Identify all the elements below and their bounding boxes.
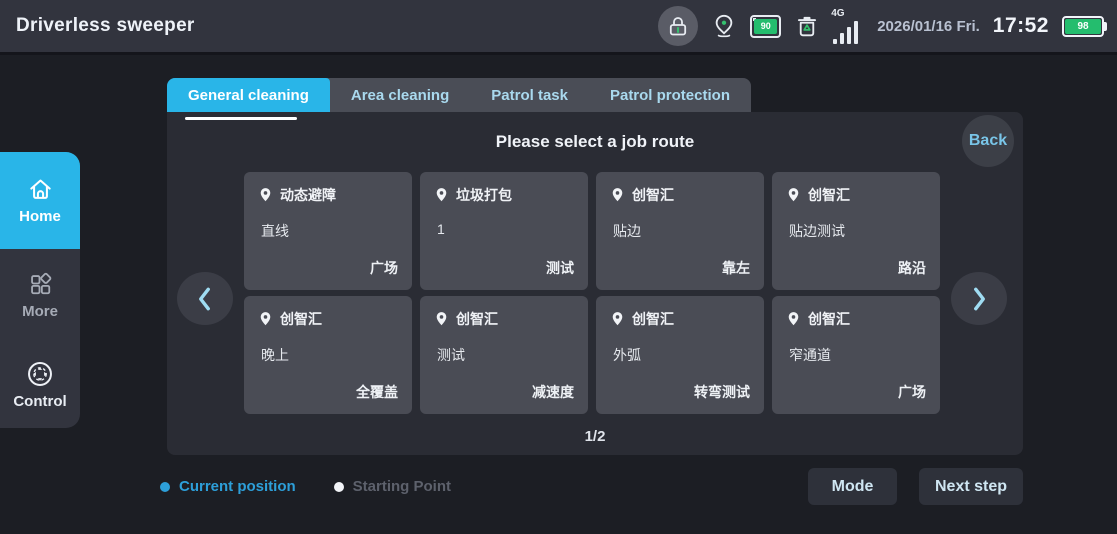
route-card-tag: 广场 <box>370 260 398 276</box>
map-pin-icon <box>610 187 625 203</box>
battery-percent: 98 <box>1065 18 1101 34</box>
map-pin-icon <box>786 187 801 203</box>
sidebar: Home More Control <box>0 152 80 428</box>
route-card[interactable]: 动态避障直线广场 <box>244 172 412 290</box>
prev-page-button[interactable] <box>177 272 233 325</box>
lock-icon <box>666 14 690 38</box>
map-legend: Current position Starting Point <box>160 478 451 495</box>
sidebar-item-control[interactable]: Control <box>0 341 80 428</box>
time-text: 17:52 <box>992 14 1049 37</box>
sidebar-item-label: More <box>22 302 58 320</box>
route-card-tag: 路沿 <box>898 260 926 276</box>
route-card-tag: 转弯测试 <box>694 384 750 400</box>
route-card-tag: 靠左 <box>722 260 750 276</box>
route-card[interactable]: 创智汇贴边靠左 <box>596 172 764 290</box>
route-card-route: 测试 <box>437 347 465 363</box>
route-card[interactable]: 创智汇窄通道广场 <box>772 296 940 414</box>
battery-icon: 98 <box>1062 15 1107 37</box>
route-card-route: 外弧 <box>613 347 641 363</box>
route-card-tag: 广场 <box>898 384 926 400</box>
legend-label: Starting Point <box>352 478 451 495</box>
next-step-button[interactable]: Next step <box>919 468 1023 505</box>
top-bar: Driverless sweeper 90 4G 2026/01/16 Fri.… <box>0 0 1117 55</box>
route-card-route: 直线 <box>261 223 289 239</box>
chevron-right-icon <box>966 284 992 314</box>
tab-patrol-task[interactable]: Patrol task <box>470 78 589 112</box>
tab-area-cleaning[interactable]: Area cleaning <box>330 78 470 112</box>
more-grid-icon <box>27 271 54 298</box>
route-card-name: 创智汇 <box>280 311 322 327</box>
route-card-tag: 减速度 <box>532 384 574 400</box>
route-card-name: 创智汇 <box>456 311 498 327</box>
pagination-indicator: 1/2 <box>584 428 606 445</box>
job-route-panel: Please select a job route Back 动态避障 直线 广场垃… <box>167 112 1023 455</box>
route-card-route: 窄通道 <box>789 347 831 363</box>
status-cluster: 90 4G 2026/01/16 Fri. 17:52 98 <box>658 6 1107 46</box>
mode-button[interactable]: Mode <box>808 468 897 505</box>
map-pin-icon <box>258 311 273 327</box>
cellular-signal-icon: 4G <box>831 7 859 44</box>
current-position-dot-icon <box>160 481 170 492</box>
route-card-name: 垃圾打包 <box>456 187 512 203</box>
back-button[interactable]: Back <box>962 115 1014 167</box>
route-card[interactable]: 创智汇外弧转弯测试 <box>596 296 764 414</box>
tab-general-cleaning[interactable]: General cleaning <box>167 78 330 112</box>
map-pin-icon <box>786 311 801 327</box>
route-card[interactable]: 垃圾打包 1 测试 <box>420 172 588 290</box>
control-dpad-icon <box>26 360 54 388</box>
legend-starting-point: Starting Point <box>333 478 451 495</box>
home-icon <box>27 176 54 203</box>
route-card-tag: 全覆盖 <box>356 384 398 400</box>
route-card-route: 贴边测试 <box>789 223 845 239</box>
starting-point-dot-icon <box>333 481 344 492</box>
route-card-route: 贴边 <box>613 223 641 239</box>
next-page-button[interactable] <box>951 272 1007 325</box>
tab-bar: General cleaning Area cleaning Patrol task… <box>167 78 751 112</box>
sidebar-item-label: Control <box>13 392 67 410</box>
map-pin-icon <box>610 311 625 327</box>
network-type-label: 4G <box>831 7 845 19</box>
tab-patrol-protection[interactable]: Patrol protection <box>589 78 751 112</box>
route-card-tag: 测试 <box>546 260 574 276</box>
sidebar-item-home[interactable]: Home <box>0 152 80 249</box>
panel-title: Please select a job route <box>495 132 695 151</box>
route-card-route: 晚上 <box>261 347 289 363</box>
tank-level-icon: 90 <box>750 14 782 38</box>
trash-recycle-icon <box>794 13 820 39</box>
lock-button[interactable] <box>658 6 699 46</box>
app-title: Driverless sweeper <box>16 15 195 36</box>
location-pin-icon <box>711 13 737 39</box>
tank-level-value: 90 <box>754 18 778 34</box>
route-card-name: 创智汇 <box>632 311 674 327</box>
legend-label: Current position <box>179 478 296 495</box>
chevron-left-icon <box>192 284 218 314</box>
route-card-name: 创智汇 <box>808 311 850 327</box>
route-card-name: 创智汇 <box>632 187 674 203</box>
map-pin-icon <box>434 187 449 203</box>
route-card[interactable]: 创智汇贴边测试路沿 <box>772 172 940 290</box>
sidebar-item-more[interactable]: More <box>0 249 80 341</box>
date-text: 2026/01/16 Fri. <box>877 17 980 35</box>
sidebar-item-label: Home <box>19 208 61 225</box>
route-card[interactable]: 创智汇测试减速度 <box>420 296 588 414</box>
route-card-route: 1 <box>437 221 445 237</box>
route-card-name: 动态避障 <box>280 187 336 203</box>
map-pin-icon <box>258 187 273 203</box>
route-card-grid: 动态避障 直线 广场 垃圾打包 1 测试 创智汇 贴边 靠左 创智汇 贴边测试 路沿 创智汇 晚上 全覆盖创… <box>244 172 948 414</box>
route-card-name: 创智汇 <box>808 187 850 203</box>
map-pin-icon <box>434 311 449 327</box>
route-card[interactable]: 创智汇晚上全覆盖 <box>244 296 412 414</box>
legend-current-position: Current position <box>160 478 296 495</box>
active-tab-underline <box>185 117 297 120</box>
